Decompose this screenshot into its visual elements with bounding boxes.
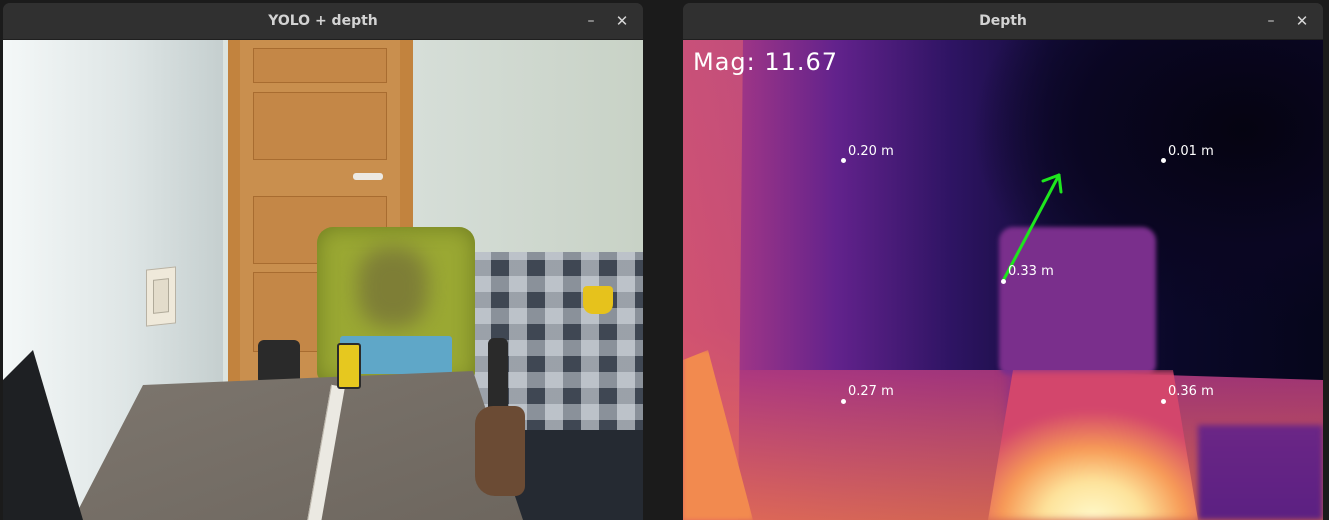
chair-shadow <box>358 247 428 327</box>
depth-point-label: 0.36 m <box>1168 384 1214 399</box>
depth-map: Mag: 11.67 0.20 m 0.01 m 0.33 m 0.27 m 0… <box>683 40 1323 520</box>
light-switch <box>146 266 176 327</box>
depth-point-label: 0.27 m <box>848 384 894 399</box>
mug <box>583 286 613 314</box>
chair-armrest <box>258 340 300 385</box>
door-handle <box>353 173 383 180</box>
depth-point-label: 0.01 m <box>1168 144 1214 159</box>
yolo-window-titlebar[interactable]: YOLO + depth – ✕ <box>3 3 643 40</box>
depth-point-marker <box>1161 158 1166 163</box>
measuring-tape <box>337 343 361 389</box>
depth-window-titlebar[interactable]: Depth – ✕ <box>683 3 1323 40</box>
close-button[interactable]: ✕ <box>1292 11 1312 31</box>
depth-point-label: 0.20 m <box>848 144 894 159</box>
magnitude-readout: Mag: 11.67 <box>693 48 839 76</box>
door-panel <box>253 48 387 83</box>
yolo-window: YOLO + depth – ✕ <box>3 3 643 520</box>
hand <box>475 406 525 496</box>
close-button[interactable]: ✕ <box>612 11 632 31</box>
depth-point-marker <box>841 399 846 404</box>
camera-frame <box>3 40 643 520</box>
depth-window-title: Depth <box>979 13 1027 29</box>
depth-point-marker <box>1161 399 1166 404</box>
yolo-window-title: YOLO + depth <box>268 13 378 29</box>
depth-point-marker <box>841 158 846 163</box>
door-panel <box>253 92 387 160</box>
depth-window: Depth – ✕ Mag: 11.67 0.20 m 0.01 m 0.33 … <box>683 3 1323 520</box>
minimize-button[interactable]: – <box>1261 11 1281 31</box>
minimize-button[interactable]: – <box>581 11 601 31</box>
depth-point-label: 0.33 m <box>1008 264 1054 279</box>
floor <box>508 430 643 520</box>
depth-point-marker <box>1001 279 1006 284</box>
